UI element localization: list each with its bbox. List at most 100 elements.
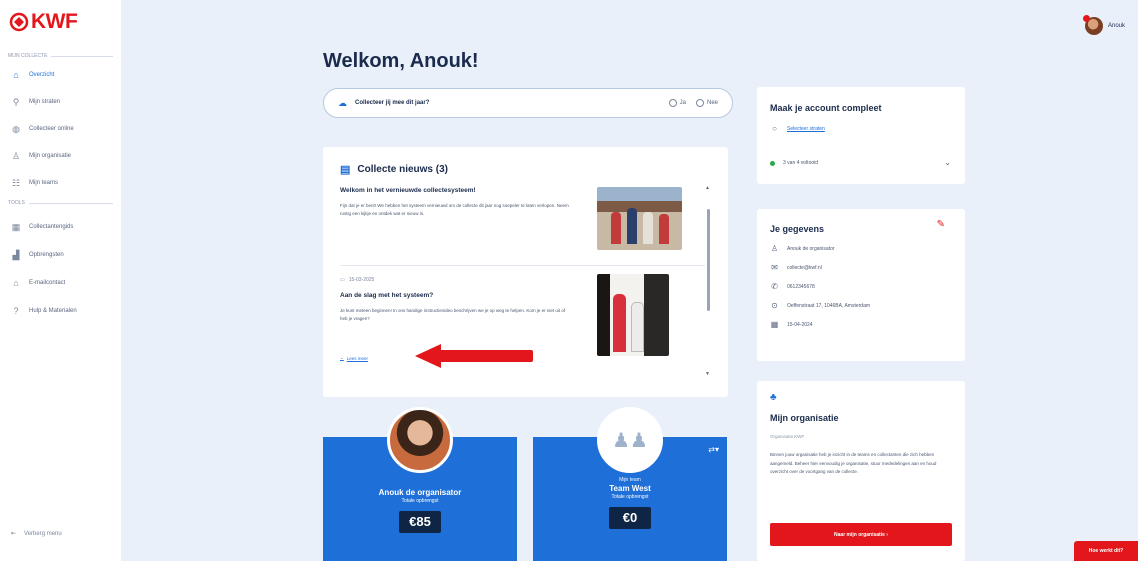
news-item-body: Fijn dat je er bent! We hebben het syste… bbox=[340, 203, 569, 216]
sidebar-item-straten[interactable]: ⚲ Mijn straten bbox=[11, 97, 60, 107]
phone-icon: ✆ bbox=[771, 282, 778, 291]
question-text: Collecteer jij mee dit jaar? bbox=[355, 100, 430, 106]
page-title: Welkom, Anouk! bbox=[323, 50, 479, 72]
read-more-link[interactable]: ⌄ Lees meer bbox=[340, 355, 368, 361]
sidebar-item-online[interactable]: ◍ Collecteer online bbox=[11, 124, 74, 134]
sidebar-item-label: Mijn organisatie bbox=[29, 153, 72, 159]
organisation-icon: ♣ bbox=[770, 392, 777, 403]
sidebar: KWF Mijn collecte ⌂ Overzicht ⚲ Mijn str… bbox=[0, 0, 121, 561]
calendar-icon: ▭ bbox=[340, 277, 345, 283]
profile-sub: Mijn team bbox=[619, 477, 641, 483]
profile-name: Anouk de organisator bbox=[378, 488, 462, 497]
details-phone: ✆ 0612345678 bbox=[771, 282, 815, 291]
news-photo bbox=[597, 187, 682, 250]
grid-icon: ▦ bbox=[11, 221, 21, 232]
sidebar-item-organisatie[interactable]: ♙ Mijn organisatie bbox=[11, 151, 71, 161]
sidebar-section-main: Mijn collecte bbox=[8, 53, 113, 59]
organisation-title: Mijn organisatie bbox=[770, 413, 839, 423]
news-icon: ▤ bbox=[340, 164, 351, 176]
collapse-icon: ⇤ bbox=[11, 531, 17, 537]
news-item-body: Je kunt meteen beginnen! In ons handige … bbox=[340, 308, 566, 321]
account-progress: 3 van 4 voltooid bbox=[770, 160, 818, 166]
user-menu[interactable]: Anouk bbox=[1083, 15, 1126, 35]
organisation-body: Binnen jouw organisatie heb je inzicht i… bbox=[770, 452, 937, 474]
organisation-card: ♣ Mijn organisatie Organisatie KWF Binne… bbox=[757, 381, 965, 561]
kwf-logo-icon bbox=[9, 12, 29, 32]
help-icon: ? bbox=[13, 306, 19, 316]
collapse-menu-button[interactable]: ⇤ Verberg menu bbox=[11, 530, 62, 538]
team-icon: ☷ bbox=[11, 177, 21, 188]
details-title: Je gegevens bbox=[770, 224, 825, 234]
news-header: ▤ Collecte nieuws (3) bbox=[340, 163, 448, 176]
annotation-arrow bbox=[415, 344, 533, 368]
account-complete-card: Maak je account compleet ○ Selecteer str… bbox=[757, 87, 965, 184]
avatar bbox=[1083, 15, 1103, 35]
radio-yes[interactable]: Ja bbox=[668, 99, 686, 107]
news-photo bbox=[597, 274, 669, 356]
sidebar-item-gids[interactable]: ▦ Collectantengids bbox=[11, 221, 74, 232]
account-step[interactable]: ○ Selecteer straten bbox=[770, 124, 825, 133]
sidebar-item-email[interactable]: ⌂ E-mailcontact bbox=[11, 278, 65, 288]
kwf-logo[interactable]: KWF bbox=[9, 10, 78, 34]
profile-card-content: Mijn team Team West Totale opbrengst €0 bbox=[533, 477, 727, 529]
sidebar-item-overzicht[interactable]: ⌂ Overzicht bbox=[11, 70, 54, 80]
chevron-down-icon[interactable]: ⌄ bbox=[944, 158, 951, 167]
cloud-icon: ☁ bbox=[338, 97, 347, 108]
radio-circle bbox=[695, 99, 704, 107]
mail-icon: ✉ bbox=[771, 263, 778, 272]
news-divider bbox=[340, 265, 705, 266]
sidebar-item-hulp[interactable]: ? Hulp & Materialen bbox=[11, 306, 77, 316]
go-to-organisation-button[interactable]: Naar mijn organisatie › bbox=[770, 523, 952, 546]
team-avatar: ♟♟ bbox=[597, 407, 663, 473]
profile-amount: €0 bbox=[609, 507, 651, 529]
profile-card-content: Anouk de organisator Totale opbrengst €8… bbox=[323, 487, 517, 533]
org-icon: ♙ bbox=[11, 150, 21, 161]
mail-icon: ⌂ bbox=[13, 278, 19, 288]
sidebar-item-label: Collecteer online bbox=[29, 126, 74, 132]
scroll-up-arrow[interactable]: ▲ bbox=[705, 185, 710, 191]
team-switch-icon[interactable]: ⇄▾ bbox=[708, 445, 719, 454]
sidebar-item-label: E-mailcontact bbox=[29, 280, 66, 286]
sidebar-item-label: Hulp & Materialen bbox=[29, 308, 77, 314]
calendar-icon: ▦ bbox=[770, 320, 779, 329]
details-name: ♙ Anouk de organisator bbox=[770, 244, 835, 253]
sidebar-item-label: Mijn teams bbox=[29, 180, 59, 186]
chevron-down-icon: ⌄ bbox=[340, 355, 344, 360]
account-title: Maak je account compleet bbox=[770, 103, 882, 113]
radio-no[interactable]: Nee bbox=[695, 99, 718, 107]
location-icon: ⊙ bbox=[771, 301, 778, 310]
globe-icon: ◍ bbox=[12, 123, 20, 134]
route-icon: ⚲ bbox=[12, 96, 20, 107]
sidebar-section-tools: Tools bbox=[8, 200, 113, 206]
profile-name: Team West bbox=[609, 484, 651, 493]
chevron-right-icon: › bbox=[886, 531, 888, 538]
status-dot bbox=[770, 160, 775, 166]
profile-label: Totale opbrengst bbox=[401, 498, 439, 504]
details-card: Je gegevens ✎ ♙ Anouk de organisator ✉ col… bbox=[757, 209, 965, 361]
scroll-down-arrow[interactable]: ▼ bbox=[705, 371, 710, 377]
profile-label: Totale opbrengst bbox=[611, 494, 649, 500]
scrollbar-thumb[interactable] bbox=[707, 209, 710, 311]
person-icon: ♙ bbox=[770, 244, 779, 253]
sidebar-item-label: Opbrengsten bbox=[29, 252, 64, 258]
home-icon: ⌂ bbox=[13, 70, 19, 80]
help-tab-button[interactable]: Hoe werkt dit? bbox=[1074, 541, 1138, 561]
details-date: ▦ 15-04-2024 bbox=[770, 320, 813, 329]
details-address: ⊙ Oeffenstraat 17, 1046BA, Amsterdam bbox=[771, 301, 871, 310]
participation-question: ☁ Collecteer jij mee dit jaar? Ja Nee bbox=[323, 88, 733, 118]
bar-chart-icon: ▟ bbox=[12, 249, 20, 260]
sidebar-item-opbrengsten[interactable]: ▟ Opbrengsten bbox=[11, 250, 64, 260]
logo-text: KWF bbox=[31, 10, 78, 33]
sidebar-item-label: Overzicht bbox=[29, 72, 55, 78]
organisation-subtitle: Organisatie KWF bbox=[770, 434, 805, 439]
details-email: ✉ collecte@kwf.nl bbox=[771, 263, 822, 272]
radio-circle-icon: ○ bbox=[772, 124, 777, 133]
sidebar-item-label: Mijn straten bbox=[29, 99, 61, 105]
sidebar-item-teams[interactable]: ☷ Mijn teams bbox=[11, 178, 58, 188]
edit-pencil-icon[interactable]: ✎ bbox=[937, 219, 945, 230]
organizer-avatar bbox=[387, 407, 453, 473]
user-name: Anouk bbox=[1108, 23, 1126, 29]
news-title: Collecte nieuws (3) bbox=[357, 164, 448, 175]
team-icon: ♟♟ bbox=[612, 429, 648, 452]
sidebar-item-label: Collectantengids bbox=[29, 224, 74, 230]
